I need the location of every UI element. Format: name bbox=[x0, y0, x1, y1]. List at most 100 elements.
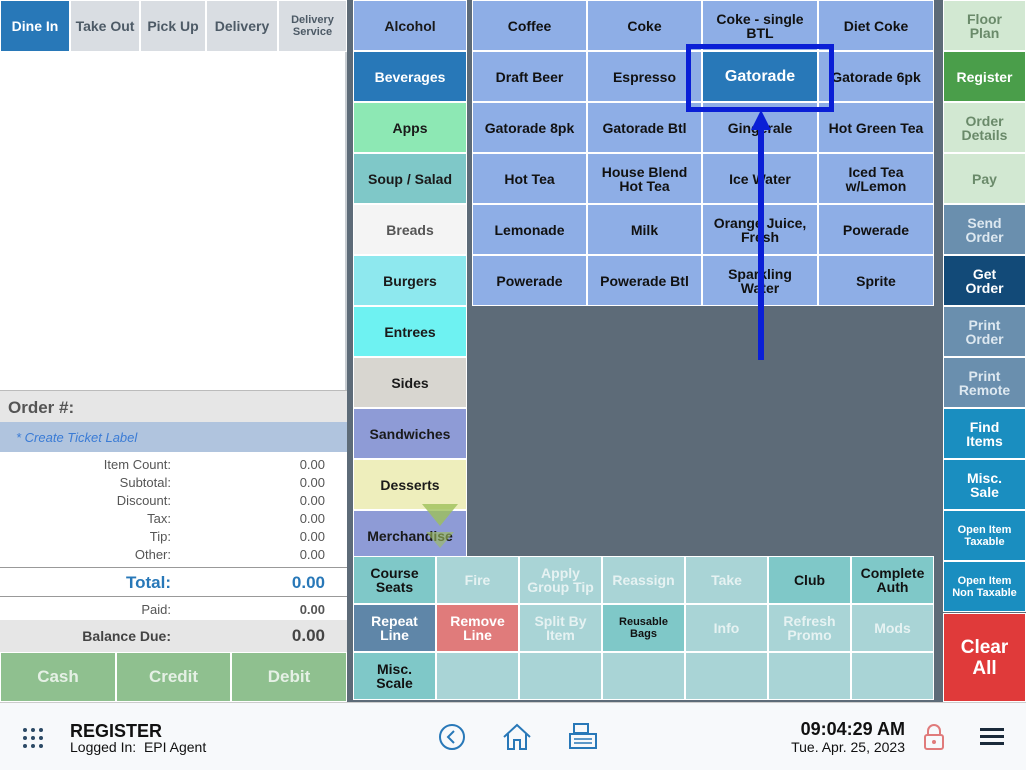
app-grid-icon[interactable] bbox=[22, 727, 44, 749]
clock-time: 09:04:29 AM bbox=[800, 719, 905, 739]
function-empty-slot bbox=[519, 652, 602, 700]
category-breads[interactable]: Breads bbox=[353, 204, 467, 255]
item-iced-tea-w-lemon[interactable]: Iced Tea w/Lemon bbox=[818, 153, 934, 204]
balance-due-row: Balance Due: 0.00 bbox=[0, 620, 347, 652]
print-order-button[interactable]: Print Order bbox=[943, 306, 1026, 357]
function-mods-button[interactable]: Mods bbox=[851, 604, 934, 652]
item-draft-beer[interactable]: Draft Beer bbox=[472, 51, 587, 102]
function-take-button[interactable]: Take bbox=[685, 556, 768, 604]
function-misc-scale-button[interactable]: Misc. Scale bbox=[353, 652, 436, 700]
order-details-button[interactable]: Order Details bbox=[943, 102, 1026, 153]
tip-label: Tip: bbox=[149, 529, 171, 544]
item-sprite[interactable]: Sprite bbox=[818, 255, 934, 306]
tab-take-out[interactable]: Take Out bbox=[70, 0, 140, 52]
create-ticket-label-link[interactable]: * Create Ticket Label bbox=[16, 430, 137, 445]
item-diet-coke[interactable]: Diet Coke bbox=[818, 0, 934, 51]
total-row: Total: 0.00 bbox=[0, 567, 347, 597]
function-club-button[interactable]: Club bbox=[768, 556, 851, 604]
item-powerade[interactable]: Powerade bbox=[472, 255, 587, 306]
category-apps[interactable]: Apps bbox=[353, 102, 467, 153]
discount-value: 0.00 bbox=[299, 493, 325, 508]
item-gatorade-btl[interactable]: Gatorade Btl bbox=[587, 102, 702, 153]
function-complete-auth-button[interactable]: Complete Auth bbox=[851, 556, 934, 604]
pay-button[interactable]: Pay bbox=[943, 153, 1026, 204]
item-coffee[interactable]: Coffee bbox=[472, 0, 587, 51]
balance-due-label: Balance Due: bbox=[82, 628, 171, 644]
function-empty-slot bbox=[685, 652, 768, 700]
item-ice-water[interactable]: Ice Water bbox=[702, 153, 818, 204]
tax-label: Tax: bbox=[147, 511, 171, 526]
function-reassign-button[interactable]: Reassign bbox=[602, 556, 685, 604]
function-refresh-promo-button[interactable]: Refresh Promo bbox=[768, 604, 851, 652]
tab-delivery[interactable]: Delivery bbox=[206, 0, 278, 52]
function-split-by-item-button[interactable]: Split By Item bbox=[519, 604, 602, 652]
category-alcohol[interactable]: Alcohol bbox=[353, 0, 467, 51]
category-burgers[interactable]: Burgers bbox=[353, 255, 467, 306]
misc-sale-button[interactable]: Misc. Sale bbox=[943, 459, 1026, 510]
item-gatorade[interactable]: Gatorade bbox=[702, 51, 818, 102]
category-soup-salad[interactable]: Soup / Salad bbox=[353, 153, 467, 204]
item-orange-juice-fresh[interactable]: Orange Juice, Fresh bbox=[702, 204, 818, 255]
tab-delivery-service[interactable]: Delivery Service bbox=[278, 0, 347, 52]
home-icon[interactable] bbox=[501, 721, 533, 753]
cash-button[interactable]: Cash bbox=[0, 652, 116, 702]
get-order-button[interactable]: Get Order bbox=[943, 255, 1026, 306]
function-reusable-bags-button[interactable]: Reusable Bags bbox=[602, 604, 685, 652]
clear-all-button[interactable]: Clear All bbox=[943, 613, 1026, 702]
function-repeat-line-button[interactable]: Repeat Line bbox=[353, 604, 436, 652]
function-course-seats-button[interactable]: Course Seats bbox=[353, 556, 436, 604]
open-item-non-taxable-button[interactable]: Open Item Non Taxable bbox=[943, 561, 1026, 612]
item-milk[interactable]: Milk bbox=[587, 204, 702, 255]
item-powerade[interactable]: Powerade bbox=[818, 204, 934, 255]
ticket-line-items[interactable] bbox=[0, 52, 347, 390]
item-coke[interactable]: Coke bbox=[587, 0, 702, 51]
print-remote-button[interactable]: Print Remote bbox=[943, 357, 1026, 408]
register-button[interactable]: Register bbox=[943, 51, 1026, 102]
item-espresso[interactable]: Espresso bbox=[587, 51, 702, 102]
create-ticket-label-row[interactable]: * Create Ticket Label bbox=[0, 422, 347, 452]
paid-row: Paid: 0.00 bbox=[0, 598, 347, 620]
item-hot-tea[interactable]: Hot Tea bbox=[472, 153, 587, 204]
lock-icon[interactable] bbox=[922, 723, 946, 751]
function-remove-line-button[interactable]: Remove Line bbox=[436, 604, 519, 652]
send-order-button[interactable]: Send Order bbox=[943, 204, 1026, 255]
find-items-button[interactable]: Find Items bbox=[943, 408, 1026, 459]
back-icon[interactable] bbox=[438, 723, 466, 751]
paid-label: Paid: bbox=[141, 602, 171, 617]
paid-value: 0.00 bbox=[299, 602, 325, 617]
function-fire-button[interactable]: Fire bbox=[436, 556, 519, 604]
category-beverages[interactable]: Beverages bbox=[353, 51, 467, 102]
open-item-taxable-button[interactable]: Open Item Taxable bbox=[943, 510, 1026, 561]
subtotal-label: Subtotal: bbox=[119, 475, 171, 490]
item-gatorade-8pk[interactable]: Gatorade 8pk bbox=[472, 102, 587, 153]
item-house-blend-hot-tea[interactable]: House Blend Hot Tea bbox=[587, 153, 702, 204]
other-label: Other: bbox=[134, 547, 171, 562]
item-coke-single-btl[interactable]: Coke - single BTL bbox=[702, 0, 818, 51]
item-lemonade[interactable]: Lemonade bbox=[472, 204, 587, 255]
clock-date: Tue. Apr. 25, 2023 bbox=[791, 739, 905, 755]
credit-button[interactable]: Credit bbox=[116, 652, 231, 702]
other-value: 0.00 bbox=[299, 547, 325, 562]
debit-button[interactable]: Debit bbox=[231, 652, 347, 702]
item-gingerale[interactable]: Gingerale bbox=[702, 102, 818, 153]
category-entrees[interactable]: Entrees bbox=[353, 306, 467, 357]
item-powerade-btl[interactable]: Powerade Btl bbox=[587, 255, 702, 306]
item-hot-green-tea[interactable]: Hot Green Tea bbox=[818, 102, 934, 153]
status-bar: REGISTER Logged In: EPI Agent 09:04:29 A… bbox=[0, 702, 1026, 770]
tip-value: 0.00 bbox=[299, 529, 325, 544]
function-info-button[interactable]: Info bbox=[685, 604, 768, 652]
menu-icon[interactable] bbox=[979, 727, 1005, 747]
tax-value: 0.00 bbox=[299, 511, 325, 526]
register-icon[interactable] bbox=[568, 721, 598, 753]
tab-dine-in[interactable]: Dine In bbox=[0, 0, 70, 52]
floor-plan-button[interactable]: Floor Plan bbox=[943, 0, 1026, 51]
item-sparkling-water[interactable]: Sparkling Water bbox=[702, 255, 818, 306]
function-empty-slot bbox=[602, 652, 685, 700]
item-gatorade-6pk[interactable]: Gatorade 6pk bbox=[818, 51, 934, 102]
scroll-down-icon[interactable] bbox=[420, 502, 460, 550]
category-sandwiches[interactable]: Sandwiches bbox=[353, 408, 467, 459]
tab-pick-up[interactable]: Pick Up bbox=[140, 0, 206, 52]
function-apply-group-tip-button[interactable]: Apply Group Tip bbox=[519, 556, 602, 604]
total-label: Total: bbox=[125, 573, 171, 592]
category-sides[interactable]: Sides bbox=[353, 357, 467, 408]
